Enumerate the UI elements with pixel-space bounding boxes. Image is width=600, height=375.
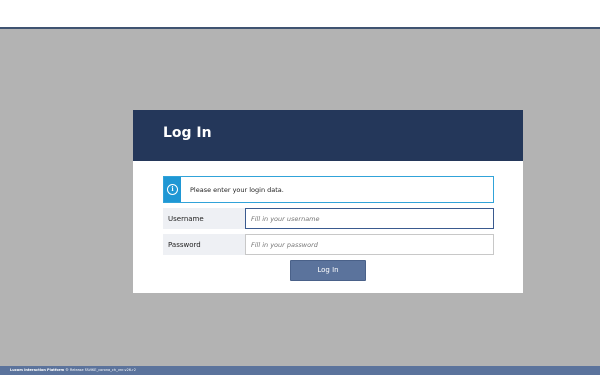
dialog-header: Log In [133,110,523,161]
info-strip: i [164,177,181,202]
footer-brand: Lucom Interaction Platform [10,368,65,372]
password-row: Password [163,234,494,255]
dialog-title: Log In [163,125,212,141]
login-button[interactable]: Log In [290,260,366,281]
username-input[interactable] [245,208,494,229]
password-label: Password [163,234,245,255]
footer-bar: Lucom Interaction Platform ® Release FAV… [0,366,600,375]
username-row: Username [163,208,494,229]
info-message: Please enter your login data. [190,185,284,194]
password-input[interactable] [245,234,494,255]
footer-release: Release FAVIKE_corona_ch_vnr-v26-r2 [69,368,136,372]
info-message-box: i Please enter your login data. [163,176,494,203]
footer-separator: ® [65,368,69,372]
top-bar [0,0,600,29]
login-dialog: Log In i Please enter your login data. U… [133,110,523,293]
info-icon: i [167,184,178,195]
username-label: Username [163,208,245,229]
